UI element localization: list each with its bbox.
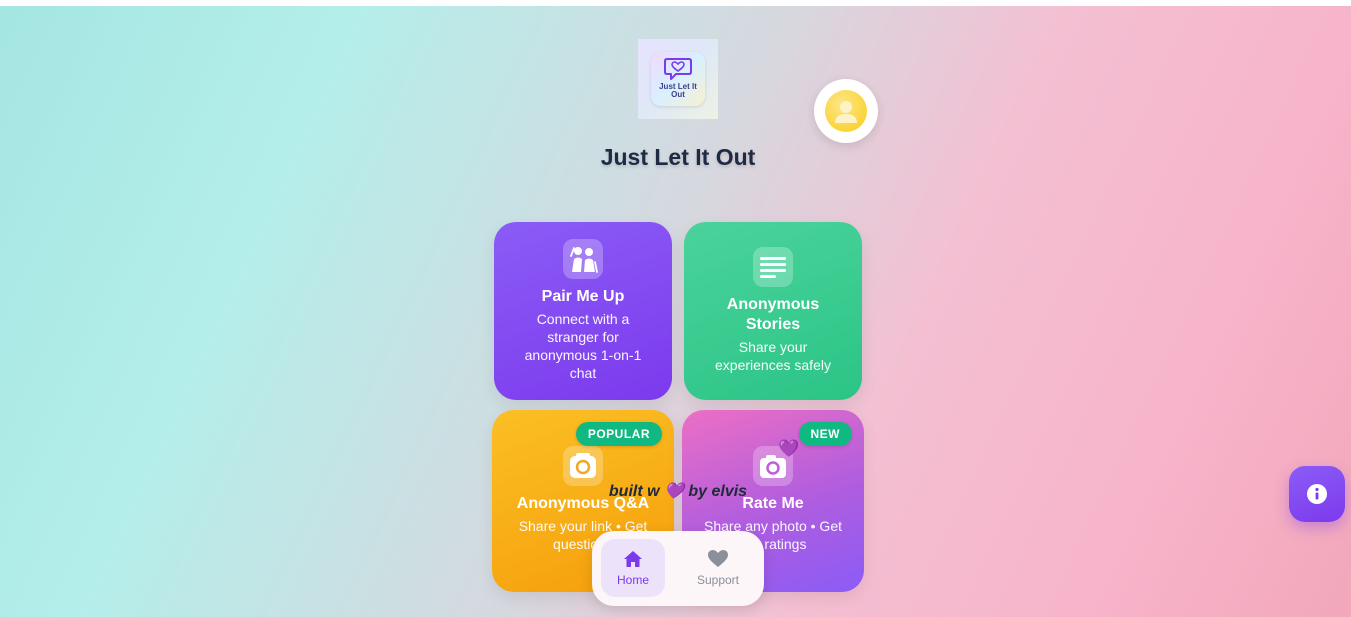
chat-heart-icon bbox=[664, 58, 692, 80]
card-title: Pair Me Up bbox=[541, 288, 625, 305]
avatar bbox=[825, 90, 867, 132]
page-title: Just Let It Out bbox=[600, 144, 756, 170]
logo-text: Just Let It Out bbox=[659, 82, 697, 99]
purple-heart-icon: 💜 bbox=[778, 439, 800, 458]
popular-badge: POPULAR bbox=[575, 422, 662, 446]
new-badge: NEW bbox=[798, 422, 852, 446]
user-icon bbox=[835, 101, 857, 123]
anonymous-stories-card[interactable]: Anonymous Stories Share your experiences… bbox=[684, 222, 862, 400]
app-logo: Just Let It Out bbox=[638, 39, 718, 119]
bottom-navigation: Home Support bbox=[592, 531, 764, 606]
camera-icon bbox=[563, 446, 603, 486]
nav-home-label: Home bbox=[616, 572, 649, 587]
couple-icon bbox=[563, 239, 603, 279]
document-lines-icon bbox=[753, 247, 793, 287]
heart-icon bbox=[708, 550, 728, 567]
top-strip bbox=[0, 0, 1351, 6]
nav-home[interactable]: Home bbox=[601, 539, 665, 597]
pair-me-up-card[interactable]: Pair Me Up Connect with a stranger for a… bbox=[494, 222, 672, 400]
logo-tile: Just Let It Out bbox=[651, 52, 705, 106]
nav-support[interactable]: Support bbox=[686, 539, 750, 597]
info-icon bbox=[1307, 484, 1327, 504]
card-title: Anonymous Stories bbox=[726, 296, 820, 333]
info-button[interactable] bbox=[1289, 466, 1345, 522]
nav-support-label: Support bbox=[696, 573, 740, 587]
home-icon bbox=[624, 550, 642, 567]
profile-avatar-button[interactable] bbox=[814, 79, 878, 143]
card-description: Connect with a stranger for anonymous 1-… bbox=[524, 311, 642, 381]
built-by-credit: built w 💜 by elvis bbox=[608, 483, 748, 500]
card-description: Share your experiences safely bbox=[715, 339, 831, 373]
